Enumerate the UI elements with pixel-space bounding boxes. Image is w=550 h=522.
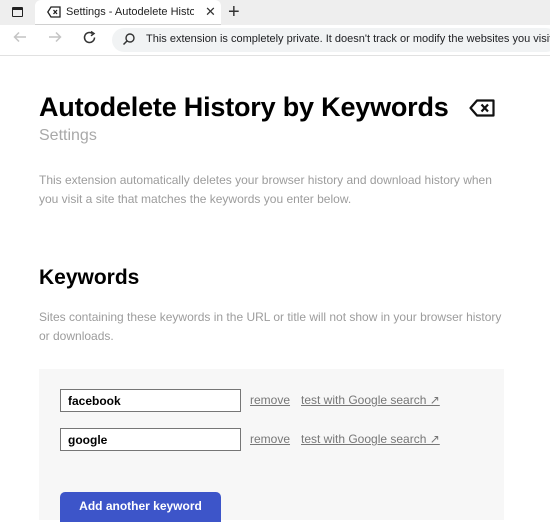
address-bar[interactable]: This extension is completely private. It… <box>112 28 550 52</box>
intro-text: This extension automatically deletes you… <box>39 173 492 206</box>
window-icon[interactable] <box>12 7 23 17</box>
test-google-search-link[interactable]: test with Google search ↗ <box>301 393 440 407</box>
keywords-panel: remove test with Google search ↗ remove … <box>39 369 504 522</box>
reload-icon[interactable] <box>82 30 97 50</box>
erase-icon <box>47 6 61 18</box>
close-icon[interactable]: ✕ <box>205 4 216 20</box>
new-tab-button[interactable]: + <box>228 1 240 23</box>
address-bar-text: This extension is completely private. It… <box>146 33 550 45</box>
remove-keyword-link[interactable]: remove <box>250 393 290 407</box>
tab-settings[interactable]: Settings - Autodelete History by Keyword… <box>35 0 221 25</box>
page-subtitle: Settings <box>39 127 97 144</box>
browser-toolbar: This extension is completely private. It… <box>0 25 550 56</box>
test-google-search-link[interactable]: test with Google search ↗ <box>301 432 440 446</box>
tab-title: Settings - Autodelete History by Keyword… <box>66 6 194 18</box>
page-title: Autodelete History by Keywords <box>39 92 449 122</box>
add-keyword-button[interactable]: Add another keyword <box>60 492 221 522</box>
tab-strip: Settings - Autodelete History by Keyword… <box>0 0 550 25</box>
back-arrow-icon[interactable] <box>13 30 27 49</box>
keywords-heading: Keywords <box>39 266 140 289</box>
page-header: Autodelete History by Keywords <box>39 92 495 123</box>
remove-keyword-link[interactable]: remove <box>250 432 290 446</box>
forward-arrow-icon[interactable] <box>48 30 62 49</box>
keyword-input[interactable] <box>60 389 241 412</box>
keyword-input[interactable] <box>60 428 241 451</box>
erase-icon <box>469 99 495 117</box>
keywords-description: Sites containing these keywords in the U… <box>39 310 502 343</box>
search-icon <box>122 33 135 46</box>
